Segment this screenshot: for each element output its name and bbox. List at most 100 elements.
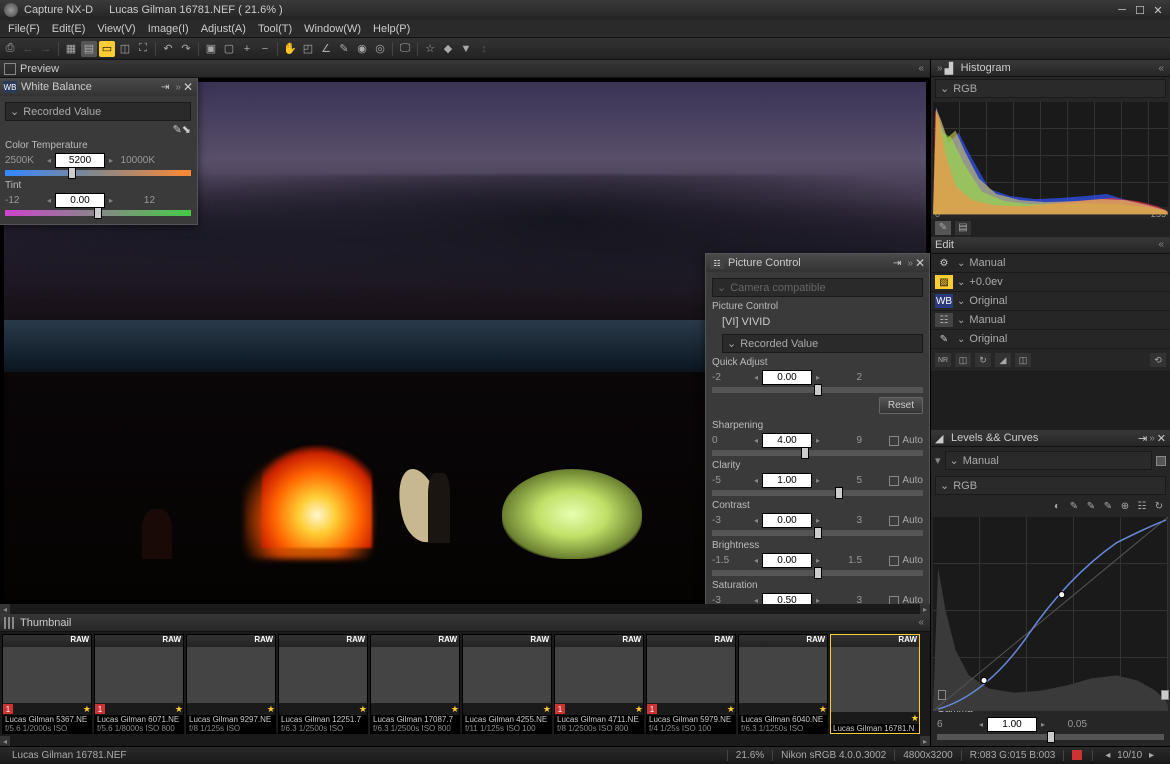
- sharp-slider[interactable]: [712, 450, 923, 456]
- histogram-collapse-icon[interactable]: «: [1158, 63, 1164, 74]
- hand-tool-icon[interactable]: ✋: [282, 41, 298, 57]
- menu-window[interactable]: Window(W): [298, 21, 367, 37]
- clarity-input[interactable]: 1.00: [762, 473, 812, 488]
- tint-input[interactable]: 0.00: [55, 193, 105, 208]
- thumbnail-item[interactable]: RAW ★ Lucas Gilman 9297.NE f/8 1/125s IS…: [186, 634, 276, 734]
- thumbnail-item[interactable]: RAW 1★ Lucas Gilman 6071.NE f/5.6 1/8000…: [94, 634, 184, 734]
- pc-compat-dropdown[interactable]: ⌄Camera compatible: [712, 278, 923, 297]
- reset-curve-icon[interactable]: ↻: [1152, 499, 1166, 513]
- rotate-ccw-icon[interactable]: ↶: [160, 41, 176, 57]
- temp-increase[interactable]: ▸: [109, 156, 113, 165]
- list-view-icon[interactable]: ▤: [81, 41, 97, 57]
- maximize-button[interactable]: ☐: [1132, 3, 1148, 17]
- sharp-auto-checkbox[interactable]: [889, 436, 899, 446]
- menu-tool[interactable]: Tool(T): [252, 21, 298, 37]
- gamma-slider[interactable]: [937, 734, 1164, 740]
- thumbnail-item[interactable]: RAW ★ Lucas Gilman 4255.NE f/11 1/125s I…: [462, 634, 552, 734]
- preview-viewport[interactable]: WB White Balance ⇥ » ✕ ⌄Recorded Value ✎…: [0, 78, 930, 604]
- menu-view[interactable]: View(V): [91, 21, 141, 37]
- pc-recorded-dropdown[interactable]: ⌄Recorded Value: [722, 334, 923, 353]
- edit-row[interactable]: ✎ ⌄Original: [931, 330, 1170, 349]
- wb-mode-dropdown[interactable]: ⌄Recorded Value: [5, 102, 191, 121]
- tool2-icon[interactable]: ◢: [995, 353, 1011, 367]
- grid-view-icon[interactable]: ▦: [63, 41, 79, 57]
- minimize-button[interactable]: ─: [1114, 3, 1130, 17]
- rotate-cw-icon[interactable]: ↷: [178, 41, 194, 57]
- label-color-icon[interactable]: [1072, 750, 1082, 760]
- menu-adjust[interactable]: Adjust(A): [195, 21, 252, 37]
- histogram-channel-dropdown[interactable]: ⌄RGB: [935, 79, 1166, 98]
- pc-pin-icon[interactable]: ⇥: [893, 258, 901, 269]
- menu-file[interactable]: File(F): [2, 21, 46, 37]
- gray-eyedrop-icon[interactable]: ✎: [1084, 499, 1098, 513]
- thumbnail-item[interactable]: RAW 1★ Lucas Gilman 5979.NE f/4 1/25s IS…: [646, 634, 736, 734]
- zoom-out-icon[interactable]: −: [257, 41, 273, 57]
- next-image-button[interactable]: ▸: [1145, 750, 1158, 761]
- nav-back-icon[interactable]: ←: [20, 41, 36, 57]
- label-filter-icon[interactable]: ◆: [440, 41, 456, 57]
- print-icon[interactable]: ⎙: [2, 41, 18, 57]
- curve-tool-icon[interactable]: ☷: [1135, 499, 1149, 513]
- zoom-100-icon[interactable]: ▢: [221, 41, 237, 57]
- sharp-input[interactable]: 4.00: [762, 433, 812, 448]
- crop-tool-icon[interactable]: ◰: [300, 41, 316, 57]
- edit-row[interactable]: ☷ ⌄Manual: [931, 311, 1170, 330]
- zoom-in-icon[interactable]: +: [239, 41, 255, 57]
- thumb-collapse-icon[interactable]: «: [918, 617, 924, 628]
- temp-decrease[interactable]: ◂: [47, 156, 51, 165]
- clarity-auto-checkbox[interactable]: [889, 476, 899, 486]
- wb-close-icon[interactable]: ✕: [183, 80, 193, 94]
- pin-icon[interactable]: ⇥: [161, 82, 169, 93]
- levels-close-icon[interactable]: ✕: [1157, 432, 1166, 445]
- tool3-icon[interactable]: ◫: [1015, 353, 1031, 367]
- thumbnail-item[interactable]: RAW ★ Lucas Gilman 12251.7 f/6.3 1/2500s…: [278, 634, 368, 734]
- tint-slider[interactable]: [5, 210, 191, 216]
- temp-slider[interactable]: [5, 170, 191, 176]
- quick-adjust-slider[interactable]: [712, 387, 923, 393]
- white-eyedrop-icon[interactable]: ✎: [1101, 499, 1115, 513]
- tab-edit-icon[interactable]: ✎: [935, 221, 951, 235]
- contrast-input[interactable]: 0.00: [762, 513, 812, 528]
- nr-icon[interactable]: NR: [935, 353, 951, 367]
- saturation-input[interactable]: 0.50: [762, 593, 812, 604]
- thumbnail-hscroll[interactable]: ◂▸: [0, 736, 930, 746]
- levels-collapse-icon[interactable]: »: [1149, 433, 1155, 444]
- pc-close-icon[interactable]: ✕: [915, 256, 925, 270]
- tool-a-icon[interactable]: ◉: [354, 41, 370, 57]
- black-point-handle[interactable]: [938, 690, 946, 700]
- pc-collapse-icon[interactable]: »: [907, 258, 913, 269]
- edit-row[interactable]: ▨ ⌄+0.0ev: [931, 273, 1170, 292]
- reset-button[interactable]: Reset: [879, 397, 923, 414]
- contrast-icon[interactable]: ◐: [1050, 499, 1064, 513]
- brightness-slider[interactable]: [712, 570, 923, 576]
- single-view-icon[interactable]: ▭: [99, 41, 115, 57]
- tint-decrease[interactable]: ◂: [47, 196, 51, 205]
- contrast-slider[interactable]: [712, 530, 923, 536]
- eyedropper-icon[interactable]: ✎: [336, 41, 352, 57]
- edit-collapse-icon[interactable]: «: [1158, 239, 1164, 250]
- white-point-handle[interactable]: [1161, 690, 1169, 700]
- quick-adjust-input[interactable]: 0.00: [762, 370, 812, 385]
- fullscreen-icon[interactable]: ⛶: [135, 41, 151, 57]
- curves-chart[interactable]: [933, 517, 1168, 698]
- revert-icon[interactable]: ⟲: [1150, 353, 1166, 367]
- levels-enable-checkbox[interactable]: [1156, 456, 1166, 466]
- undo-icon[interactable]: ↻: [975, 353, 991, 367]
- screen-icon[interactable]: 🖵: [397, 41, 413, 57]
- tint-increase[interactable]: ▸: [109, 196, 113, 205]
- add-point-icon[interactable]: ⊕: [1118, 499, 1132, 513]
- levels-channel-dropdown[interactable]: ⌄RGB: [935, 476, 1166, 495]
- edit-row[interactable]: ⚙ ⌄Manual: [931, 254, 1170, 273]
- levels-mode-dropdown[interactable]: ⌄Manual: [945, 451, 1152, 470]
- clarity-slider[interactable]: [712, 490, 923, 496]
- menu-help[interactable]: Help(P): [367, 21, 416, 37]
- tool-b-icon[interactable]: ◎: [372, 41, 388, 57]
- compare-view-icon[interactable]: ◫: [117, 41, 133, 57]
- brightness-input[interactable]: 0.00: [762, 553, 812, 568]
- contrast-auto-checkbox[interactable]: [889, 516, 899, 526]
- edit-row[interactable]: WB ⌄Original: [931, 292, 1170, 311]
- menu-image[interactable]: Image(I): [142, 21, 195, 37]
- tab-metadata-icon[interactable]: ▤: [955, 221, 971, 235]
- thumbnail-item[interactable]: RAW 1★ Lucas Gilman 4711.NE f/8 1/2500s …: [554, 634, 644, 734]
- filter-icon[interactable]: ▼: [458, 41, 474, 57]
